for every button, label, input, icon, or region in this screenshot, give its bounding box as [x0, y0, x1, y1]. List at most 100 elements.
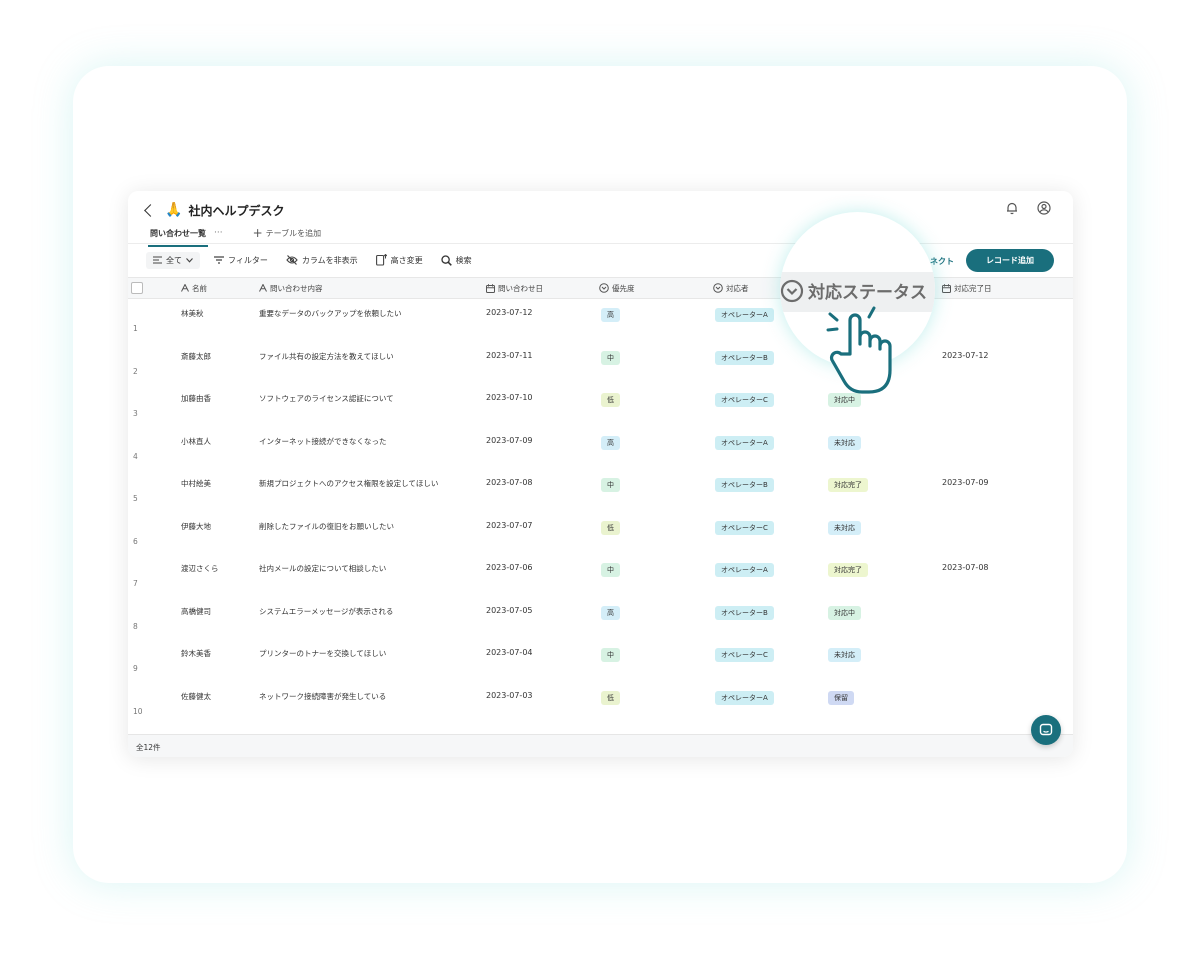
- cell-done-date[interactable]: 2023-07-08: [942, 563, 989, 572]
- cell-content[interactable]: 削除したファイルの復旧をお願いしたい: [259, 521, 394, 532]
- assignee-tag[interactable]: オペレーターB: [715, 478, 774, 492]
- cell-date[interactable]: 2023-07-06: [486, 563, 533, 572]
- table-row[interactable]: 2 斎藤太郎 ファイル共有の設定方法を教えてほしい 2023-07-11 中 オペレーター…: [128, 342, 1073, 385]
- cell-name[interactable]: 中村絵美: [181, 478, 211, 489]
- column-header-content[interactable]: 問い合わせ内容: [259, 278, 323, 298]
- cell-content[interactable]: ネットワーク接続障害が発生している: [259, 691, 386, 702]
- record-add-button[interactable]: レコード追加: [966, 249, 1054, 272]
- search-button[interactable]: 検索: [440, 254, 472, 266]
- cell-name[interactable]: 佐藤健太: [181, 691, 211, 702]
- status-tag[interactable]: 対応完了: [828, 563, 868, 577]
- cell-date[interactable]: 2023-07-07: [486, 521, 533, 530]
- cell-date[interactable]: 2023-07-09: [486, 436, 533, 445]
- column-header-date[interactable]: 問い合わせ日: [486, 278, 543, 298]
- priority-tag[interactable]: 中: [601, 350, 620, 365]
- cell-date[interactable]: 2023-07-11: [486, 351, 533, 360]
- select-all-checkbox[interactable]: [131, 282, 143, 294]
- priority-tag[interactable]: 中: [601, 648, 620, 662]
- cell-content[interactable]: ファイル共有の設定方法を教えてほしい: [259, 351, 394, 362]
- table-row[interactable]: 9 鈴木美香 プリンターのトナーを交換してほしい 2023-07-04 中 オペレーターC…: [128, 639, 1073, 682]
- bell-icon[interactable]: [1005, 200, 1019, 219]
- cell-content[interactable]: インターネット接続ができなくなった: [259, 436, 387, 447]
- magnified-status-label: 対応ステータス: [808, 283, 927, 303]
- cell-content[interactable]: 重要なデータのバックアップを依頼したい: [259, 308, 402, 319]
- column-header-label: 対応者: [726, 283, 749, 293]
- hide-columns-button[interactable]: カラムを非表示: [286, 255, 358, 266]
- table-row[interactable]: 6 伊藤大地 削除したファイルの復旧をお願いしたい 2023-07-07 低 オペレーター…: [128, 512, 1073, 555]
- back-chevron-icon[interactable]: [144, 203, 157, 217]
- cell-name[interactable]: 高橋健司: [181, 606, 211, 617]
- chat-support-button[interactable]: [1031, 715, 1061, 745]
- status-tag[interactable]: 未対応: [828, 435, 861, 450]
- filter-button[interactable]: フィルター: [214, 255, 268, 266]
- row-height-button[interactable]: 高さ変更: [375, 254, 423, 266]
- priority-tag[interactable]: 中: [601, 563, 620, 577]
- cell-date[interactable]: 2023-07-10: [486, 393, 533, 402]
- table-row[interactable]: 7 渡辺さくら 社内メールの設定について相談したい 2023-07-06 中 オペレーター…: [128, 554, 1073, 597]
- priority-tag[interactable]: 低: [601, 520, 620, 535]
- filter-icon: [214, 256, 224, 264]
- cell-name[interactable]: 鈴木美香: [181, 648, 211, 659]
- status-tag[interactable]: 未対応: [828, 648, 861, 662]
- tab-more-icon[interactable]: ···: [214, 228, 223, 244]
- priority-tag[interactable]: 低: [601, 690, 620, 705]
- assignee-tag[interactable]: オペレーターC: [715, 393, 774, 407]
- column-header-done-date[interactable]: 対応完了日: [942, 278, 992, 298]
- column-header-name[interactable]: 名前: [181, 278, 207, 298]
- row-number: 9: [133, 664, 138, 673]
- assignee-tag[interactable]: オペレーターA: [715, 435, 774, 450]
- connect-link[interactable]: ネクト: [930, 256, 954, 267]
- cell-name[interactable]: 斎藤太郎: [181, 351, 211, 362]
- table-row[interactable]: 10 佐藤健太 ネットワーク接続障害が発生している 2023-07-03 低 オペレーター…: [128, 682, 1073, 725]
- cell-name[interactable]: 伊藤大地: [181, 521, 211, 532]
- column-header-priority[interactable]: 優先度: [599, 278, 635, 298]
- table-row[interactable]: 4 小林直人 インターネット接続ができなくなった 2023-07-09 高 オペレーターA…: [128, 427, 1073, 470]
- cell-name[interactable]: 渡辺さくら: [181, 563, 219, 574]
- cell-name[interactable]: 加藤由香: [181, 393, 211, 404]
- select-type-icon: [780, 279, 804, 302]
- column-header-label: 優先度: [612, 283, 635, 293]
- assignee-tag[interactable]: オペレーターB: [715, 350, 774, 365]
- status-tag[interactable]: 対応完了: [828, 478, 868, 492]
- user-avatar-icon[interactable]: [1037, 200, 1051, 219]
- cell-date[interactable]: 2023-07-03: [486, 691, 533, 700]
- cell-date[interactable]: 2023-07-08: [486, 478, 533, 487]
- status-tag[interactable]: 保留: [828, 690, 854, 705]
- cell-name[interactable]: 小林直人: [181, 436, 211, 447]
- row-height-label: 高さ変更: [390, 255, 423, 265]
- table-row[interactable]: 8 高橋健司 システムエラーメッセージが表示される 2023-07-05 高 オペレーター…: [128, 597, 1073, 640]
- priority-tag[interactable]: 低: [601, 393, 620, 407]
- assignee-tag[interactable]: オペレーターA: [715, 563, 774, 577]
- cell-done-date[interactable]: 2023-07-12: [942, 351, 989, 360]
- tab-divider: [128, 243, 1073, 244]
- column-header-assignee[interactable]: 対応者: [713, 278, 749, 298]
- assignee-tag[interactable]: オペレーターA: [715, 690, 774, 705]
- priority-tag[interactable]: 高: [601, 435, 620, 450]
- status-tag[interactable]: 対応中: [828, 605, 861, 620]
- assignee-tag[interactable]: オペレーターC: [715, 648, 774, 662]
- priority-tag[interactable]: 高: [601, 308, 620, 322]
- cell-content[interactable]: ソフトウェアのライセンス認証について: [259, 393, 394, 404]
- toolbar: 全て フィルター カラムを非表示 高さ変更 検索: [146, 251, 490, 269]
- cell-content[interactable]: プリンターのトナーを交換してほしい: [259, 648, 386, 659]
- cell-content[interactable]: 新規プロジェクトへのアクセス権限を設定してほしい: [259, 478, 438, 489]
- cell-content[interactable]: 社内メールの設定について相談したい: [259, 563, 386, 574]
- table-row[interactable]: 3 加藤由香 ソフトウェアのライセンス認証について 2023-07-10 低 オペレーター…: [128, 384, 1073, 427]
- cell-done-date[interactable]: 2023-07-09: [942, 478, 989, 487]
- table-row[interactable]: 5 中村絵美 新規プロジェクトへのアクセス権限を設定してほしい 2023-07-08 中…: [128, 469, 1073, 512]
- assignee-tag[interactable]: オペレーターA: [715, 308, 774, 322]
- status-tag[interactable]: 未対応: [828, 520, 861, 535]
- search-icon: [440, 254, 452, 266]
- priority-tag[interactable]: 中: [601, 478, 620, 492]
- chevron-down-icon: [186, 257, 193, 263]
- assignee-tag[interactable]: オペレーターC: [715, 520, 774, 535]
- row-number: 4: [133, 451, 138, 461]
- cell-content[interactable]: システムエラーメッセージが表示される: [259, 606, 393, 617]
- cell-date[interactable]: 2023-07-12: [486, 308, 533, 317]
- priority-tag[interactable]: 高: [601, 605, 620, 620]
- cell-name[interactable]: 林美秋: [181, 308, 204, 319]
- assignee-tag[interactable]: オペレーターB: [715, 605, 774, 620]
- cell-date[interactable]: 2023-07-04: [486, 648, 533, 657]
- cell-date[interactable]: 2023-07-05: [486, 606, 533, 615]
- view-select[interactable]: 全て: [146, 251, 200, 269]
